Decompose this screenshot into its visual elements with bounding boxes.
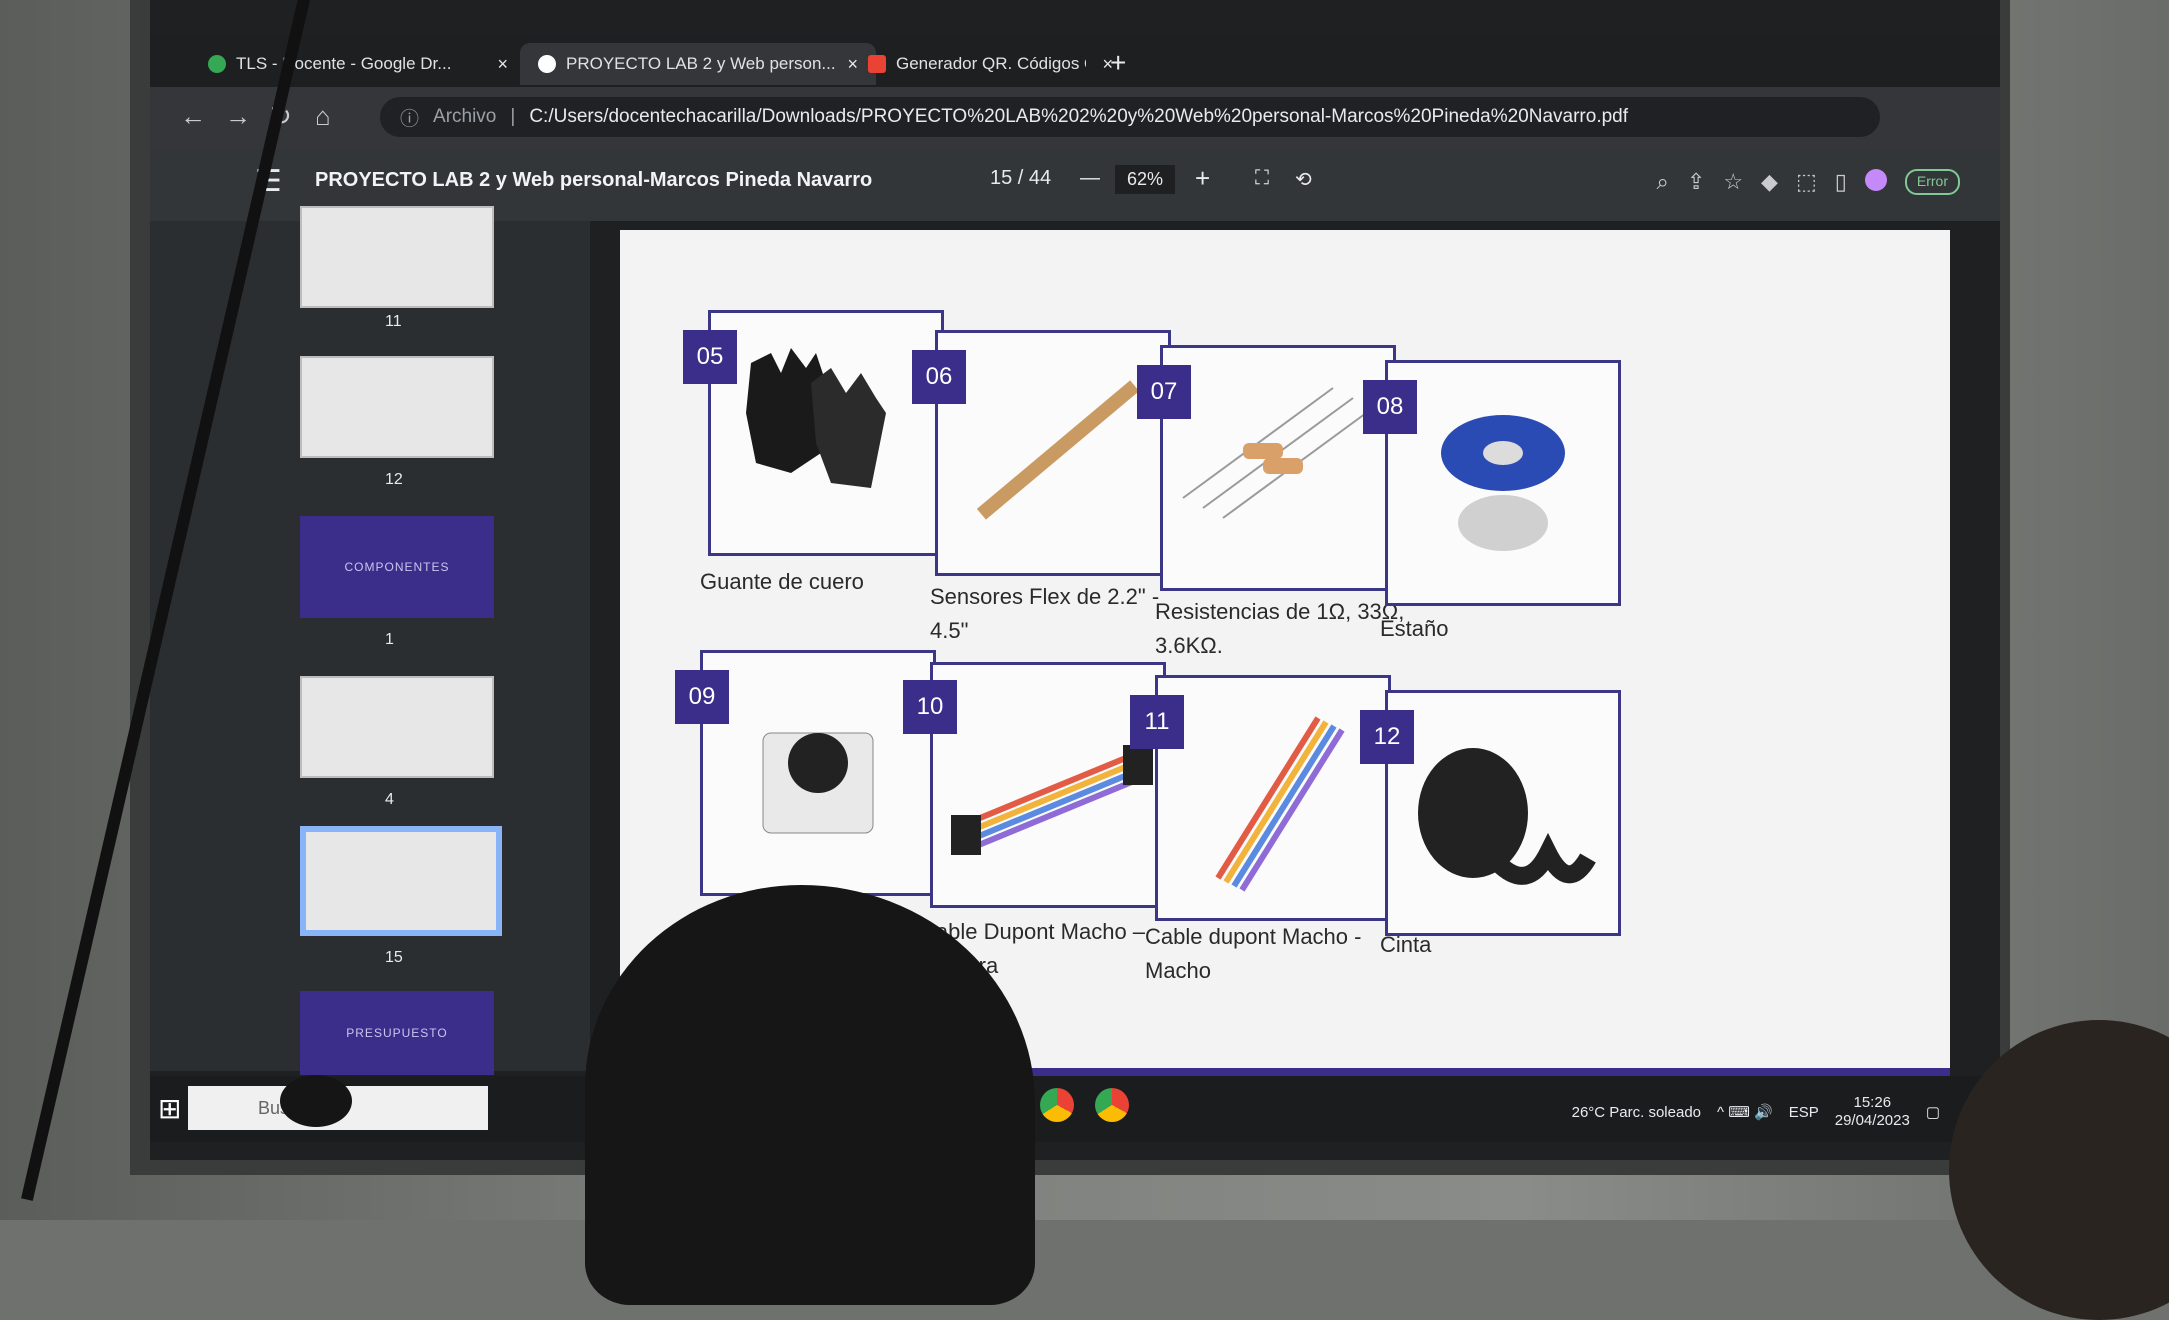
address-url: C:/Users/docentechacarilla/Downloads/PRO…	[529, 106, 1629, 127]
component-badge: 06	[912, 350, 966, 404]
windows-taskbar: ⊞ Buscar ▰ 26°C Parc. soleado ^ ⌨ 🔊 ESP …	[150, 1076, 2000, 1142]
qr-site-icon	[868, 55, 886, 73]
glove-icon	[746, 348, 886, 488]
thumbnail-number: 12	[385, 471, 403, 488]
back-button[interactable]: ←	[180, 101, 206, 132]
pdf-action-icons: ⌕ ⇪ ☆ ◆ ⬚ ▯ Error	[1657, 169, 1960, 195]
windows-start-icon[interactable]: ⊞	[158, 1092, 181, 1125]
address-bar[interactable]: ⓘ Archivo | C:/Users/docentechacarilla/D…	[380, 97, 1880, 137]
address-scheme: Archivo	[433, 106, 497, 127]
projected-desktop: TLS - Docente - Google Dr... × PROYECTO …	[150, 0, 2000, 1160]
tab-label: PROYECTO LAB 2 y Web person...	[566, 54, 836, 73]
language-indicator[interactable]: ESP	[1789, 1104, 1819, 1121]
thumbnail-page[interactable]	[300, 206, 494, 308]
extension-icon[interactable]: ◆	[1761, 169, 1778, 195]
browser-toolbar: ← → ↻ ⌂ ⓘ Archivo | C:/Users/docentechac…	[150, 87, 2000, 149]
thumbnail-number: 4	[385, 791, 394, 808]
avatar[interactable]	[1864, 169, 1887, 191]
component-card	[1385, 360, 1621, 606]
puzzle-icon[interactable]: ⬚	[1796, 169, 1817, 195]
component-label: Estaño	[1380, 616, 1449, 641]
address-divider: |	[510, 106, 516, 127]
component-badge: 08	[1363, 380, 1417, 434]
component-card	[1155, 675, 1391, 921]
component-label: Resistencias de 1Ω, 33Ω, 3.6KΩ.	[1155, 599, 1405, 658]
component-label: Sensores Flex de 2.2" - 4.5"	[930, 584, 1160, 643]
tape-icon	[1418, 748, 1596, 885]
solder-spool-icon	[1441, 415, 1565, 551]
chrome-icon[interactable]	[1040, 1088, 1074, 1122]
thumbnail-page[interactable]	[300, 356, 494, 458]
star-icon[interactable]: ☆	[1723, 169, 1743, 195]
component-label: Cinta	[1380, 932, 1432, 957]
weather-widget[interactable]: 26°C Parc. soleado	[1572, 1104, 1701, 1121]
component-badge: 09	[675, 670, 729, 724]
tab-label: Generador QR. Códigos QR Gra...	[896, 54, 1086, 73]
dupont-cable-icon	[951, 745, 1153, 855]
thumbnail-page[interactable]: PRESUPUESTO	[300, 991, 494, 1075]
tab-qr[interactable]: Generador QR. Códigos QR Gra... ×	[850, 43, 1131, 85]
home-button[interactable]: ⌂	[315, 101, 331, 132]
fit-page-icon[interactable]: ⛶	[1255, 167, 1269, 190]
dupont-cable-icon	[1215, 716, 1345, 892]
component-card	[1385, 690, 1621, 936]
pdf-title: PROYECTO LAB 2 y Web personal-Marcos Pin…	[315, 169, 873, 191]
info-icon: ⓘ	[400, 108, 420, 130]
chrome-icon[interactable]	[1095, 1088, 1129, 1122]
globe-icon	[538, 55, 556, 73]
new-tab-button[interactable]: +	[1110, 47, 1126, 79]
clock[interactable]: 15:26 29/04/2023	[1835, 1094, 1910, 1130]
drive-icon	[208, 55, 226, 73]
push-button-icon	[762, 732, 874, 834]
system-tray: 26°C Parc. soleado ^ ⌨ 🔊 ESP 15:26 29/04…	[1572, 1094, 1940, 1130]
forward-button[interactable]: →	[225, 101, 251, 132]
flex-sensor-icon	[976, 380, 1140, 520]
thumbnail-page[interactable]: COMPONENTES	[300, 516, 494, 618]
thumbnail-page[interactable]	[300, 676, 494, 778]
page-indicator[interactable]: 15 / 44	[990, 167, 1051, 190]
component-label: Guante de cuero	[700, 569, 864, 594]
share-icon[interactable]: ⇪	[1687, 169, 1705, 195]
close-icon[interactable]: ×	[497, 54, 508, 75]
component-badge: 12	[1360, 710, 1414, 764]
clock-time: 15:26	[1853, 1094, 1892, 1111]
rotate-icon[interactable]: ⟲	[1295, 167, 1312, 192]
tab-pdf[interactable]: PROYECTO LAB 2 y Web person... ×	[520, 43, 876, 85]
tab-bar: TLS - Docente - Google Dr... × PROYECTO …	[150, 35, 2000, 87]
tab-label: TLS - Docente - Google Dr...	[236, 54, 452, 73]
clock-date: 29/04/2023	[1834, 1112, 1910, 1129]
component-badge: 10	[903, 680, 957, 734]
thumbnail-number: 11	[385, 313, 402, 330]
error-chip[interactable]: Error	[1904, 169, 1960, 195]
thumbnail-number: 15	[385, 949, 403, 966]
cable-connector	[280, 1075, 352, 1127]
zoom-level[interactable]: 62%	[1115, 165, 1176, 194]
component-badge: 11	[1130, 695, 1184, 749]
tab-drive[interactable]: TLS - Docente - Google Dr... ×	[190, 43, 526, 85]
resistor-icon	[1182, 387, 1374, 519]
thumbnail-number: 1	[385, 631, 394, 648]
thumbnail-page-selected[interactable]	[300, 826, 502, 936]
zoom-in-button[interactable]: +	[1195, 163, 1210, 194]
component-badge: 05	[683, 330, 737, 384]
notification-icon[interactable]: ▢	[1926, 1103, 1940, 1121]
component-card	[1160, 345, 1396, 591]
tray-icons[interactable]: ^ ⌨ 🔊	[1717, 1103, 1773, 1121]
component-label: Cable dupont Macho - Macho	[1145, 924, 1362, 983]
component-card	[935, 330, 1171, 576]
zoom-out-button[interactable]: —	[1080, 167, 1100, 190]
thumbnail-sidebar: 11 12 COMPONENTES 1 4 15 PRESUPUESTO	[150, 206, 590, 1075]
search-icon[interactable]: ⌕	[1657, 169, 1669, 195]
component-card	[708, 310, 944, 556]
component-badge: 07	[1137, 365, 1191, 419]
component-card	[700, 650, 936, 896]
sidebar-icon[interactable]: ▯	[1835, 169, 1847, 195]
